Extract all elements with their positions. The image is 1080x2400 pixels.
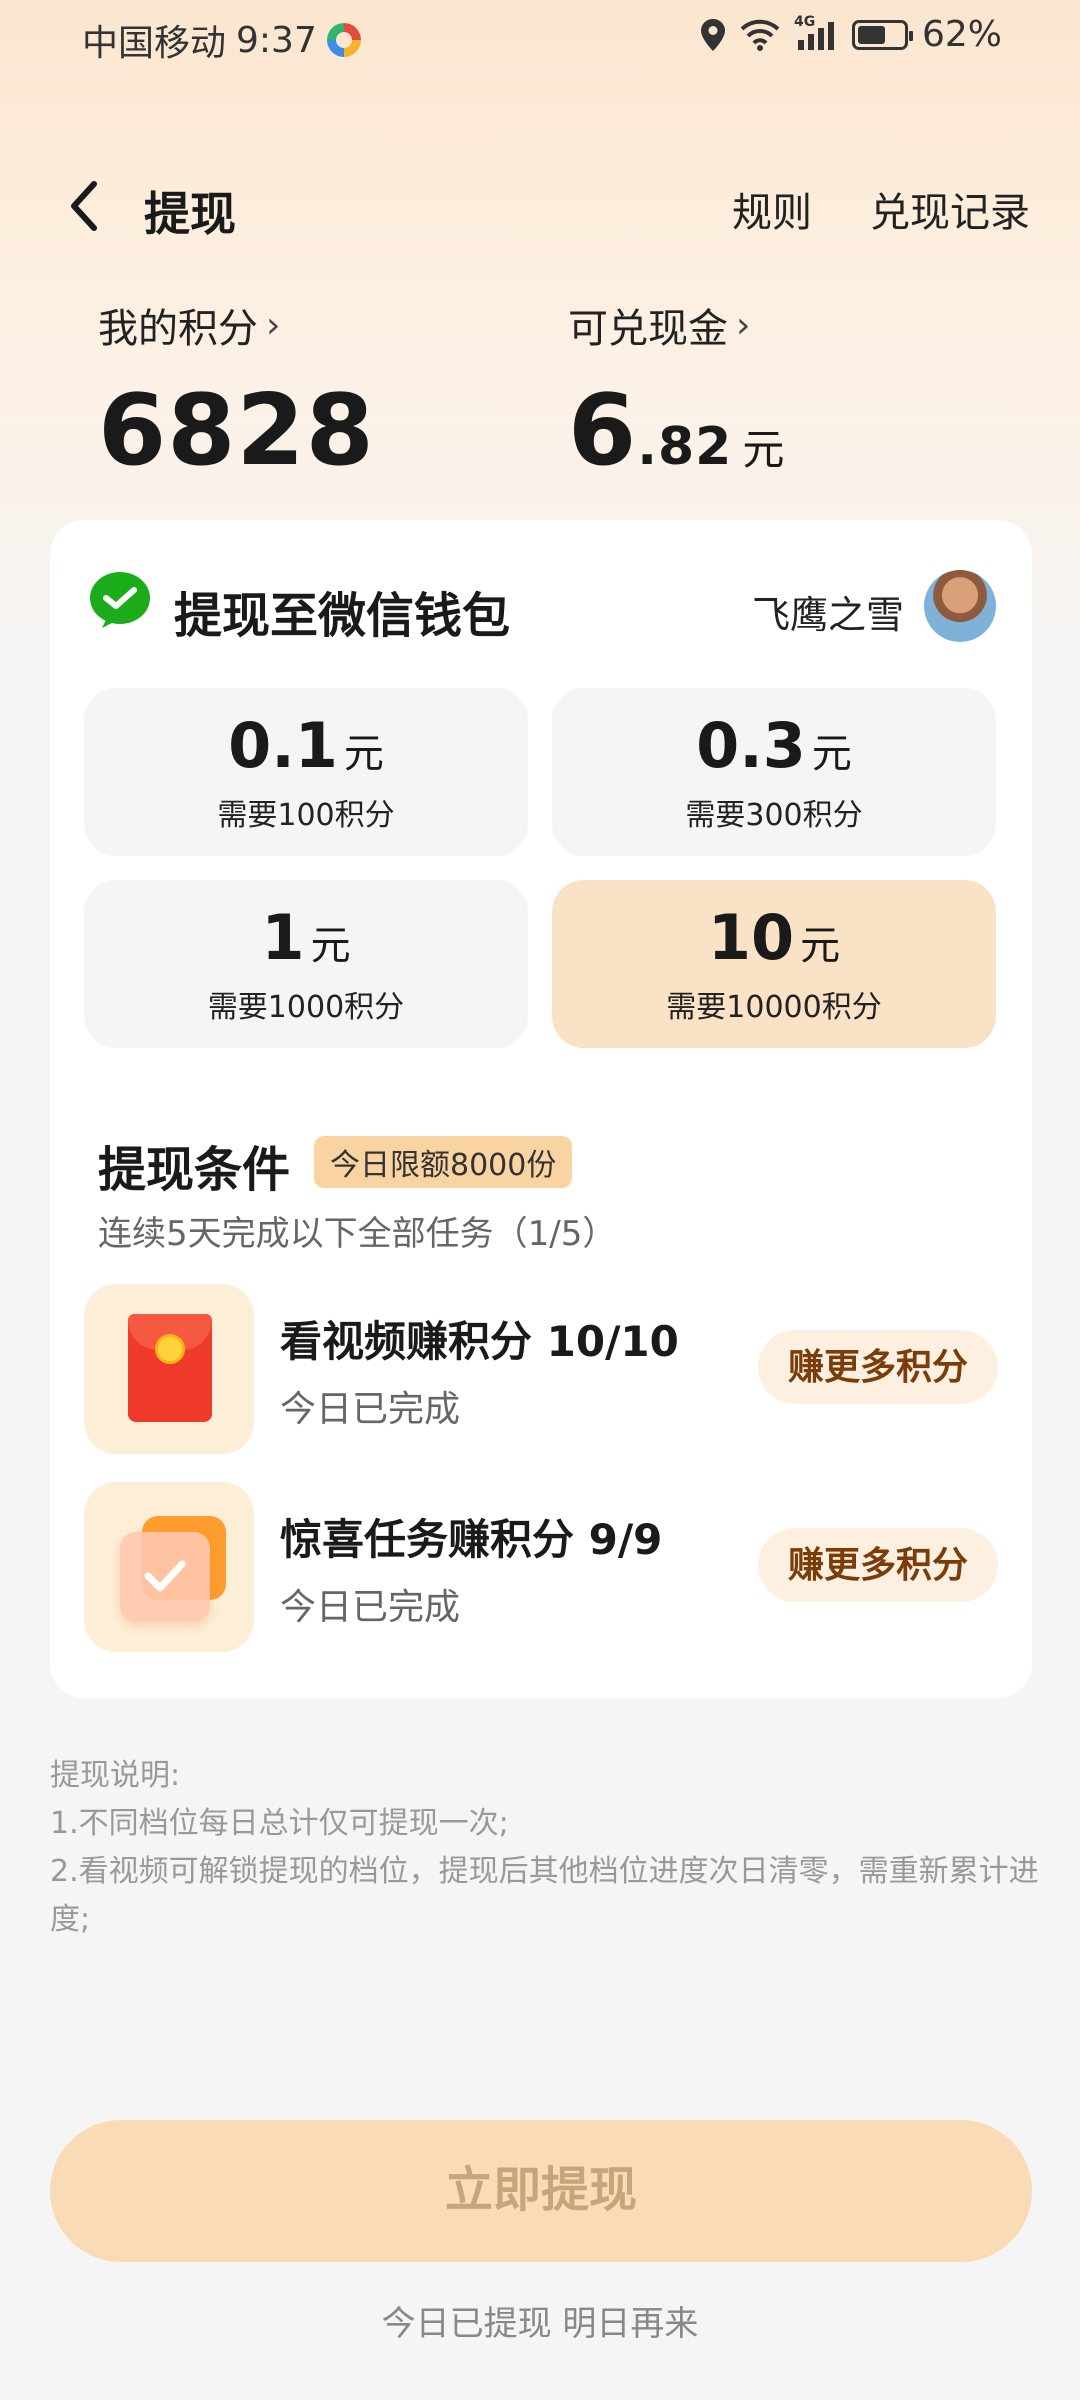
task-name: 惊喜任务赚积分 9/9 [280,1515,663,1564]
notes-line-1: 1.不同档位每日总计仅可提现一次; [50,1806,509,1841]
tier-amount: 0.3 元 [552,709,996,782]
tier-unit: 元 [811,731,852,777]
withdraw-status-note: 今日已提现 明日再来 [381,2304,699,2344]
cash-label: 可兑现金 [568,306,728,352]
records-link[interactable]: 兑现记录 [870,180,1030,238]
tier-amount: 0.1 元 [84,709,528,782]
tier-requirement: 需要300积分 [685,798,863,834]
page-title: 提现 [144,187,236,241]
withdraw-card: 提现至微信钱包 飞鹰之雪 0.1 元 需要100积分 0.3 元 需要300积分 1… [50,520,1032,1698]
checkmark-task-icon [84,1482,254,1652]
points-label-row[interactable]: 我的积分 › [98,296,375,354]
chevron-right-icon: › [266,304,281,346]
cash-stat[interactable]: 可兑现金 › 6.82 元 [568,296,785,481]
points-value: 6828 [98,374,375,488]
rules-link[interactable]: 规则 [732,180,812,238]
task-card-front [120,1532,210,1622]
tier-unit: 元 [343,731,384,777]
task-status: 今日已完成 [280,1389,461,1430]
task-watch-video: 看视频赚积分 10/10 今日已完成 赚更多积分 [84,1284,998,1454]
tier-option-10[interactable]: 10 元 需要10000积分 [552,880,996,1048]
status-right: 4G 62% [700,14,1002,55]
tier-amount-value: 1 [261,901,305,974]
withdraw-notes: 提现说明: 1.不同档位每日总计仅可提现一次; 2.看视频可解锁提现的档位，提现… [50,1752,1040,1944]
task-status: 今日已完成 [280,1587,461,1628]
tier-amount: 10 元 [552,901,996,974]
wallet-row: 提现至微信钱包 飞鹰之雪 [88,570,996,644]
tier-option-0.3[interactable]: 0.3 元 需要300积分 [552,688,996,856]
wallet-title: 提现至微信钱包 [174,588,511,644]
tier-requirement: 需要10000积分 [666,990,882,1026]
tier-option-0.1[interactable]: 0.1 元 需要100积分 [84,688,528,856]
tier-requirement: 需要1000积分 [207,990,405,1026]
wechat-icon [90,572,150,628]
task-surprise: 惊喜任务赚积分 9/9 今日已完成 赚更多积分 [84,1482,998,1652]
coin-icon [155,1334,185,1364]
conditions-subtitle: 连续5天完成以下全部任务（1/5） [98,1214,617,1254]
notes-title: 提现说明: [50,1758,181,1793]
location-icon [700,18,725,51]
status-bar: 中国移动 9:37 4G 62% [0,0,1080,72]
app-notification-icon [326,23,361,57]
wifi-icon [740,19,780,51]
carrier-label: 中国移动 [82,23,227,64]
avatar [924,570,996,642]
signal-4g-icon: 4G [794,14,838,52]
chevron-right-icon: › [736,304,751,346]
tier-requirement: 需要100积分 [217,798,395,834]
cash-decimal: .82 [637,417,733,477]
earn-more-button[interactable]: 赚更多积分 [758,1528,998,1602]
header: 提现 规则 兑现记录 [0,160,1080,250]
tier-option-1[interactable]: 1元 需要1000积分 [84,880,528,1048]
task-name: 看视频赚积分 10/10 [280,1317,679,1366]
tier-amount-value: 0.3 [696,709,806,782]
red-envelope-icon [84,1284,254,1454]
conditions-title: 提现条件 [98,1142,291,1198]
clock: 9:37 [236,19,317,61]
battery-level [857,25,885,44]
tier-unit: 元 [800,923,841,969]
cash-unit: 元 [742,425,786,474]
points-label: 我的积分 [98,306,258,352]
tier-amount: 1元 [84,901,528,974]
daily-limit-badge: 今日限额8000份 [314,1136,573,1188]
withdraw-now-button[interactable]: 立即提现 [50,2120,1032,2262]
username: 飞鹰之雪 [751,593,904,637]
cash-integer: 6 [568,374,638,488]
envelope-graphic [128,1314,212,1422]
status-left: 中国移动 9:37 [82,14,361,66]
points-stat[interactable]: 我的积分 › 6828 [98,296,375,488]
earn-more-button[interactable]: 赚更多积分 [758,1330,998,1404]
cash-value: 6.82 元 [568,382,785,480]
notes-line-2: 2.看视频可解锁提现的档位，提现后其他档位进度次日清零，需重新累计进度; [50,1854,1039,1937]
tier-amount-value: 0.1 [228,709,338,782]
back-arrow-icon[interactable] [62,178,106,234]
battery-icon [851,19,913,50]
battery-percent: 62% [921,14,1002,55]
checkmark-icon [144,1560,186,1592]
cash-label-row[interactable]: 可兑现金 › [568,296,785,354]
tier-amount-value: 10 [707,901,795,974]
tier-unit: 元 [310,923,351,969]
